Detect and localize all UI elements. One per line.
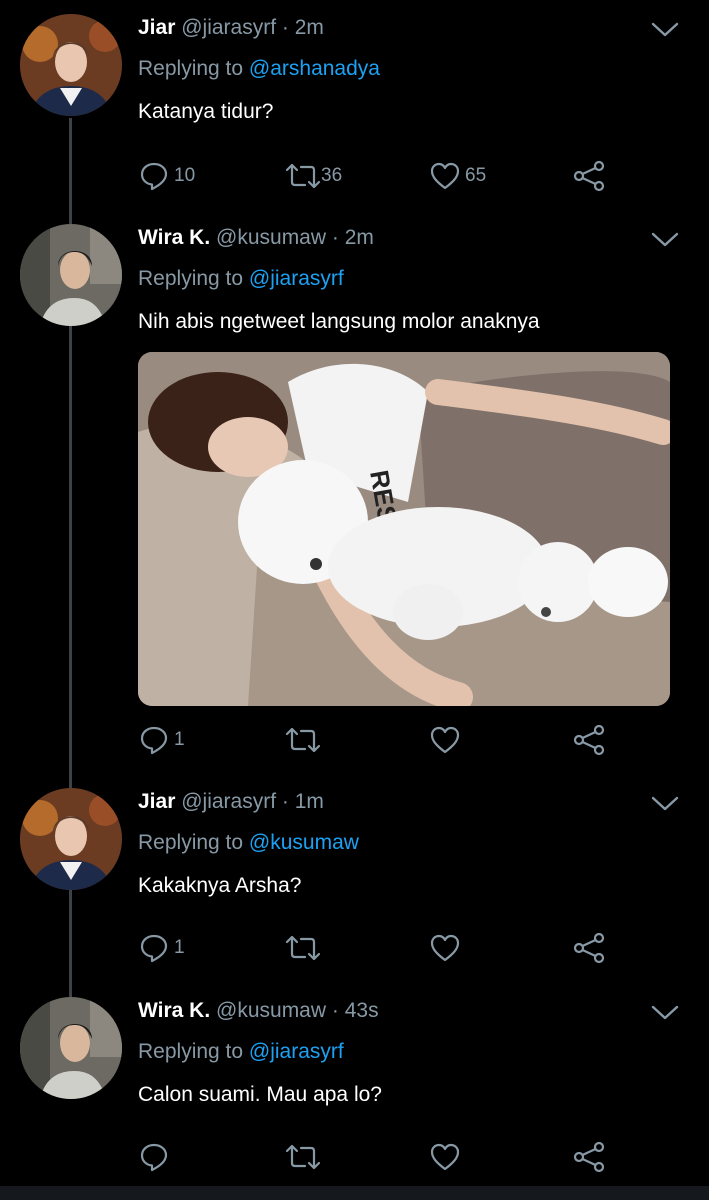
mention-link[interactable]: @kusumaw [249,831,359,854]
share-button[interactable] [572,1139,608,1175]
tweet[interactable]: Jiar @jiarasyrf · 1m Replying to @kusuma… [0,788,709,988]
tweet-text: Kakaknya Arsha? [138,874,302,897]
tweet-header: Wira K. @kusumaw · 43s [138,999,379,1023]
photo-image: RES [138,352,670,706]
display-name[interactable]: Jiar [138,790,175,813]
chevron-down-icon[interactable] [650,794,680,814]
timestamp[interactable]: 1m [295,790,324,813]
like-icon [429,1141,461,1173]
replying-to-label: Replying to [138,57,244,80]
share-icon [572,160,608,192]
reply-icon [138,160,170,192]
timestamp[interactable]: 2m [345,226,374,249]
share-button[interactable] [572,930,608,966]
separator-dot: · [331,999,339,1022]
avatar-image [20,224,122,326]
reply-button[interactable]: 10 [138,158,195,194]
reply-count: 1 [174,729,185,750]
mention-link[interactable]: @jiarasyrf [249,1040,344,1063]
tweet-header: Wira K. @kusumaw · 2m [138,226,374,250]
user-handle[interactable]: @kusumaw [216,999,326,1022]
tweet-header: Jiar @jiarasyrf · 1m [138,790,324,814]
avatar[interactable] [20,788,122,890]
avatar-image [20,788,122,890]
like-icon [429,160,461,192]
mention-link[interactable]: @arshanadya [249,57,380,80]
like-icon [429,932,461,964]
reply-button[interactable]: 1 [138,930,185,966]
like-count: 65 [465,165,487,186]
display-name[interactable]: Wira K. [138,226,210,249]
share-button[interactable] [572,722,608,758]
chevron-down-icon[interactable] [650,230,680,250]
user-handle[interactable]: @kusumaw [216,226,326,249]
avatar-image [20,997,122,1099]
retweet-icon [283,932,323,964]
retweet-icon [283,1141,323,1173]
reply-icon [138,932,170,964]
like-button[interactable] [429,930,465,966]
avatar[interactable] [20,14,122,116]
replying-to: Replying to @jiarasyrf [138,267,344,291]
tweet-photo[interactable]: RES [138,352,670,706]
reply-count: 10 [174,165,196,186]
display-name[interactable]: Wira K. [138,999,210,1022]
mention-link[interactable]: @jiarasyrf [249,267,344,290]
user-handle[interactable]: @jiarasyrf [181,790,276,813]
timestamp[interactable]: 2m [295,16,324,39]
like-button[interactable] [429,1139,465,1175]
retweet-button[interactable] [283,930,327,966]
reply-button[interactable] [138,1139,174,1175]
retweet-button[interactable]: 36 [283,158,342,194]
tweet-actions: 10 36 65 [138,158,618,194]
tweet-header: Jiar @jiarasyrf · 2m [138,16,324,40]
display-name[interactable]: Jiar [138,16,175,39]
tweet-actions: 1 [138,722,618,758]
avatar[interactable] [20,997,122,1099]
share-icon [572,1141,608,1173]
share-icon [572,724,608,756]
tweet-actions [138,1139,618,1175]
avatar-image [20,14,122,116]
retweet-icon [283,160,323,192]
bottom-divider [0,1186,709,1200]
separator-dot: · [281,16,289,39]
retweet-button[interactable] [283,722,327,758]
avatar[interactable] [20,224,122,326]
tweet-actions: 1 [138,930,618,966]
reply-button[interactable]: 1 [138,722,185,758]
like-button[interactable]: 65 [429,158,486,194]
retweet-button[interactable] [283,1139,327,1175]
chevron-down-icon[interactable] [650,1003,680,1023]
reply-icon [138,724,170,756]
replying-to: Replying to @jiarasyrf [138,1040,344,1064]
tweet[interactable]: Wira K. @kusumaw · 2m Replying to @jiara… [0,224,709,784]
reply-count: 1 [174,937,185,958]
chevron-down-icon[interactable] [650,20,680,40]
reply-icon [138,1141,170,1173]
separator-dot: · [281,790,289,813]
like-button[interactable] [429,722,465,758]
tweet[interactable]: Wira K. @kusumaw · 43s Replying to @jiar… [0,997,709,1186]
like-icon [429,724,461,756]
retweet-count: 36 [321,165,343,186]
tweet-text: Calon suami. Mau apa lo? [138,1083,382,1106]
separator-dot: · [331,226,339,249]
replying-to: Replying to @kusumaw [138,831,359,855]
share-icon [572,932,608,964]
replying-to-label: Replying to [138,1040,244,1063]
timestamp[interactable]: 43s [345,999,379,1022]
user-handle[interactable]: @jiarasyrf [181,16,276,39]
replying-to-label: Replying to [138,267,244,290]
tweet-text: Katanya tidur? [138,100,274,123]
tweet[interactable]: Jiar @jiarasyrf · 2m Replying to @arshan… [0,14,709,214]
share-button[interactable] [572,158,608,194]
replying-to-label: Replying to [138,831,244,854]
replying-to: Replying to @arshanadya [138,57,380,81]
retweet-icon [283,724,323,756]
tweet-text: Nih abis ngetweet langsung molor anaknya [138,310,540,333]
